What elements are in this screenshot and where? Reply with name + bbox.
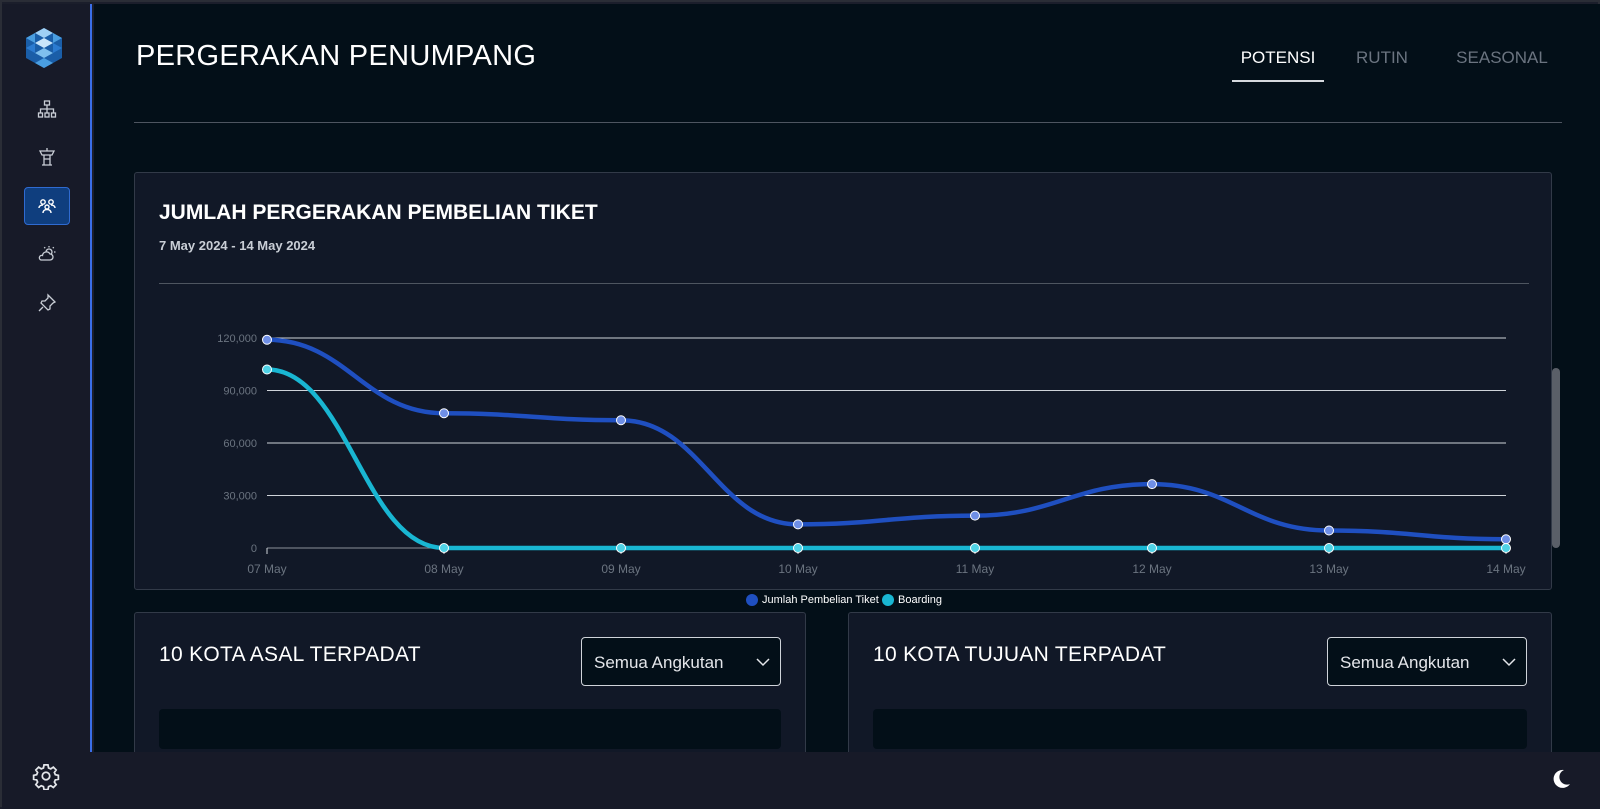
data-point	[616, 543, 626, 553]
y-tick-label: 120,000	[217, 333, 257, 345]
sidebar-item-pin[interactable]	[24, 284, 70, 322]
sidebar-item-control-tower[interactable]	[24, 138, 70, 176]
data-point	[970, 510, 980, 521]
data-point	[1324, 543, 1334, 553]
legend-swatch	[882, 594, 894, 606]
y-tick-label: 60,000	[223, 438, 257, 450]
header-divider	[134, 122, 1562, 123]
chevron-down-icon	[1502, 658, 1516, 667]
destination-list-panel	[873, 709, 1527, 749]
dark-mode-moon-icon[interactable]	[1550, 768, 1572, 790]
x-tick-label: 14 May	[1486, 562, 1525, 576]
app-logo	[26, 28, 62, 68]
x-tick-label: 11 May	[956, 562, 994, 576]
tab-seasonal[interactable]: SEASONAL	[1452, 40, 1552, 82]
data-point	[262, 334, 272, 345]
chevron-down-icon	[756, 658, 770, 667]
y-tick-label: 0	[251, 543, 257, 555]
legend-label: Boarding	[898, 594, 943, 606]
sidebar	[2, 4, 92, 752]
passengers-icon	[38, 199, 56, 214]
control-tower-icon	[38, 148, 56, 166]
destination-title: 10 KOTA TUJUAN TERPADAT	[873, 643, 1167, 666]
data-point	[1147, 543, 1157, 553]
origin-transport-select[interactable]: Semua Angkutan	[581, 637, 781, 686]
x-tick-label: 12 May	[1132, 562, 1171, 576]
bottom-bar	[2, 752, 1600, 809]
data-point	[439, 408, 449, 419]
y-tick-label: 90,000	[223, 386, 257, 398]
x-tick-label: 10 May	[778, 562, 817, 576]
data-point	[793, 519, 803, 530]
destination-select-value: Semua Angkutan	[1340, 653, 1470, 672]
legend-item-tickets[interactable]: Jumlah Pembelian Tiket	[746, 594, 879, 606]
origin-title: 10 KOTA ASAL TERPADAT	[159, 643, 421, 666]
page-scrollbar[interactable]	[1552, 368, 1560, 548]
data-point	[1324, 525, 1334, 536]
origin-select-value: Semua Angkutan	[594, 653, 724, 672]
sidebar-item-weather[interactable]	[24, 235, 70, 273]
data-point	[262, 364, 272, 375]
weather-icon	[38, 246, 56, 261]
y-tick-label: 30,000	[223, 491, 257, 503]
legend-item-boarding[interactable]: Boarding	[882, 594, 942, 606]
series-line-1	[264, 337, 1509, 542]
tab-potensi[interactable]: POTENSI	[1232, 40, 1324, 82]
origin-card: 10 KOTA ASAL TERPADAT Semua Angkutan	[134, 612, 806, 752]
legend-label: Jumlah Pembelian Tiket	[762, 594, 879, 606]
chart-card: JUMLAH PERGERAKAN PEMBELIAN TIKET 7 May …	[134, 172, 1552, 590]
data-point	[1501, 534, 1511, 545]
legend-swatch	[746, 594, 758, 606]
app-window: PERGERAKAN PENUMPANG POTENSI RUTIN SEASO…	[0, 0, 1600, 809]
data-point	[1147, 479, 1157, 490]
page-title: PERGERAKAN PENUMPANG	[136, 40, 537, 72]
pin-icon	[38, 293, 57, 312]
settings-gear-icon[interactable]	[32, 762, 60, 790]
main-content: PERGERAKAN PENUMPANG POTENSI RUTIN SEASO…	[94, 4, 1600, 752]
data-point	[970, 543, 980, 553]
data-point	[616, 415, 626, 426]
tab-rutin[interactable]: RUTIN	[1352, 40, 1412, 82]
data-point	[793, 543, 803, 553]
data-point	[439, 543, 449, 553]
sidebar-item-passengers[interactable]	[24, 187, 70, 225]
line-chart: 0 30,000 60,000 90,000 120,000 07 May 08 May 09…	[217, 333, 1525, 576]
origin-list-panel	[159, 709, 781, 749]
x-tick-label: 13 May	[1309, 562, 1348, 576]
x-tick-label: 09 May	[601, 562, 640, 576]
x-tick-label: 08 May	[424, 562, 463, 576]
destination-card: 10 KOTA TUJUAN TERPADAT Semua Angkutan	[848, 612, 1552, 752]
sidebar-item-hierarchy[interactable]	[24, 90, 70, 128]
destination-transport-select[interactable]: Semua Angkutan	[1327, 637, 1527, 686]
hierarchy-icon	[37, 100, 57, 118]
data-point	[1501, 543, 1511, 553]
x-tick-label: 07 May	[247, 562, 286, 576]
